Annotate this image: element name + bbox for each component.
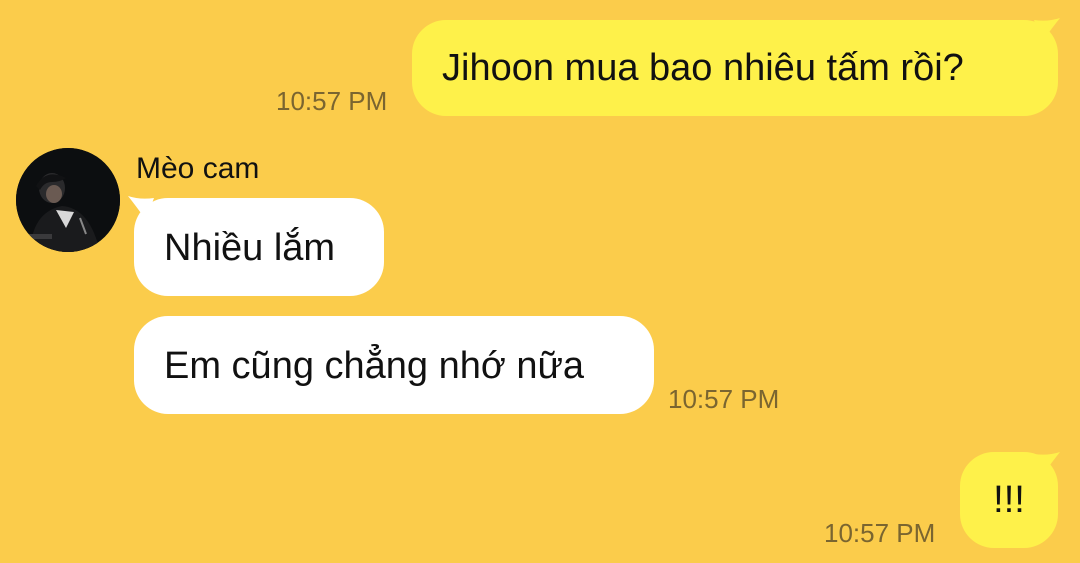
message-time: 10:57 PM: [824, 518, 936, 548]
message-time: 10:57 PM: [276, 86, 388, 116]
message-text: Em cũng chẳng nhớ nữa: [164, 345, 585, 387]
message-time: 10:57 PM: [668, 384, 780, 414]
message-text: Jihoon mua bao nhiêu tấm rồi?: [442, 47, 964, 89]
outgoing-message-bubble[interactable]: !!!: [960, 452, 1058, 548]
message-text: Nhiều lắm: [164, 227, 336, 269]
contact-avatar[interactable]: [16, 148, 120, 252]
outgoing-message-bubble[interactable]: Jihoon mua bao nhiêu tấm rồi?: [412, 20, 1058, 116]
message-text: !!!: [993, 479, 1025, 521]
chat-thread: 10:57 PM Jihoon mua bao nhiêu tấm rồi? M…: [0, 0, 1080, 563]
sender-name: Mèo cam: [136, 152, 260, 185]
incoming-message-bubble[interactable]: Nhiều lắm: [134, 198, 384, 296]
incoming-message-bubble[interactable]: Em cũng chẳng nhớ nữa: [134, 316, 654, 414]
avatar-photo-icon: [16, 148, 120, 252]
